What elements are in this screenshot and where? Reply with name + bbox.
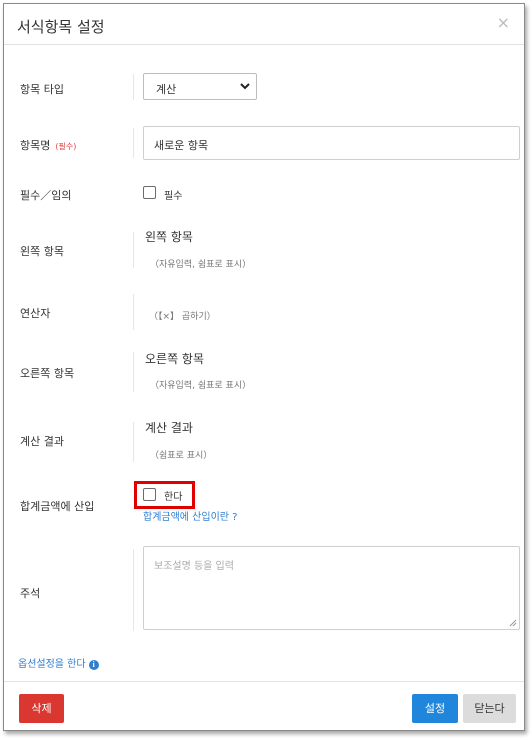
sum-insert-help-link[interactable]: 합계금액에 산입이란 ? [143,508,237,523]
close-button[interactable]: 닫는다 [463,694,516,723]
operator-value: （【×】 곱하기） [149,312,216,322]
calc-result-label: 계산 결과 [20,435,64,448]
left-item-value: 왼쪽 항목 [145,230,193,244]
set-button[interactable]: 설정 [412,694,458,723]
dialog-titlebar: 서식항목 설정 × [4,4,524,45]
column-divider [133,74,134,100]
column-divider [133,549,134,631]
highlight-box [134,481,195,509]
required-checkbox-label: 필수 [164,191,183,202]
note-label: 주석 [20,587,41,600]
left-item-label: 왼쪽 항목 [20,245,64,258]
required-checkbox[interactable] [143,186,156,199]
chevron-down-icon [240,83,250,90]
column-divider [133,232,134,268]
dialog-title: 서식항목 설정 [17,18,105,36]
column-divider [133,352,134,392]
right-item-label: 오른쪽 항목 [20,367,75,380]
required-mark: (필수) [55,142,77,151]
operator-label: 연산자 [20,307,51,320]
item-name-input[interactable]: 새로운 항목 [143,126,520,160]
options-link-text: 옵션설정을 한다 [18,659,86,670]
footer-divider [4,681,524,682]
sum-insert-label: 합계금액에 산입 [20,500,95,513]
calc-result-hint: （쉼표로 표시） [150,451,213,461]
item-name-label: 항목명 (필수) [20,137,76,153]
calc-result-value: 계산 결과 [145,421,193,435]
note-placeholder: 보조설명 등을 입력 [154,561,234,572]
item-type-label: 항목 타입 [20,83,64,96]
column-divider [133,294,134,330]
item-type-select[interactable]: 계산 [143,73,257,100]
right-item-hint: （자유입력, 쉼표로 표시） [150,381,252,391]
column-divider [133,422,134,462]
delete-button[interactable]: 삭제 [19,694,64,723]
item-settings-dialog: 서식항목 설정 × 항목 타입 계산 항목명 (필수) 새로운 항목 필수／임의 … [3,3,525,731]
column-divider [133,128,134,158]
right-item-value: 오른쪽 항목 [145,352,205,366]
resize-grip-icon[interactable] [509,619,517,627]
item-name-label-text: 항목명 [20,139,51,152]
info-icon: i [88,660,99,670]
options-link[interactable]: 옵션설정을 한다 i [18,655,99,670]
close-icon[interactable]: × [497,13,510,32]
item-type-value: 계산 [156,83,177,96]
required-optional-label: 필수／임의 [20,189,72,202]
left-item-hint: （자유입력, 쉼표로 표시） [150,260,252,270]
note-textarea[interactable]: 보조설명 등을 입력 [143,546,520,630]
